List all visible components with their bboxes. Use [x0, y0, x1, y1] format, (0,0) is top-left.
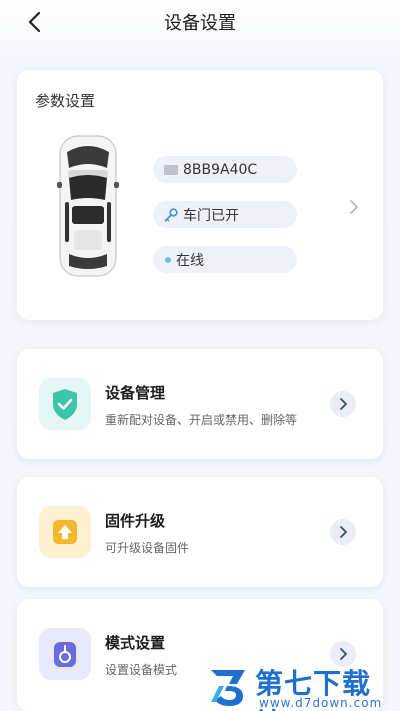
menu-item-subtitle: 可升级设备固件: [105, 541, 190, 555]
key-icon: [164, 207, 178, 222]
car-top-view-image: [57, 135, 119, 277]
online-status-pill: 在线: [153, 246, 297, 273]
chevron-right-icon: [340, 398, 347, 410]
icon-box: [39, 506, 91, 558]
chevron-button[interactable]: [330, 519, 356, 545]
page-title: 设备设置: [164, 13, 236, 34]
upgrade-arrow-icon: [53, 520, 77, 544]
door-status-text: 车门已开: [183, 207, 239, 224]
chevron-right-icon[interactable]: [345, 196, 363, 218]
menu-item-title: 固件升级: [105, 512, 166, 530]
menu-item-subtitle: 设置设备模式: [105, 663, 178, 677]
barcode-icon: [164, 164, 178, 175]
menu-item-title: 模式设置: [105, 634, 166, 652]
lock-mode-icon: [54, 642, 76, 667]
menu-item-subtitle: 重新配对设备、开启或禁用、删除等: [105, 413, 298, 427]
device-id-pill: 8BB9A40C: [153, 156, 297, 183]
firmware-upgrade-item[interactable]: 固件升级 可升级设备固件: [17, 477, 383, 587]
device-settings-page: 设备设置 参数设置 8BB9A40C 车门已开 在线 设备管理 重新配对设备、开…: [0, 0, 400, 711]
online-status-text: 在线: [176, 252, 204, 269]
site-watermark: 第七下载站 www.d7down.com: [207, 660, 399, 711]
icon-box: [39, 378, 91, 430]
watermark-url: www.d7down.com: [259, 696, 383, 710]
shield-check-icon: [53, 389, 77, 420]
device-management-item[interactable]: 设备管理 重新配对设备、开启或禁用、删除等: [17, 349, 383, 459]
parameter-settings-title: 参数设置: [35, 92, 96, 110]
chevron-right-icon: [340, 526, 347, 538]
online-dot-icon: [165, 256, 171, 263]
parameter-settings-card[interactable]: 参数设置 8BB9A40C 车门已开 在线: [17, 70, 383, 320]
header: 设备设置: [0, 0, 400, 48]
menu-item-title: 设备管理: [105, 384, 166, 402]
device-id-text: 8BB9A40C: [183, 161, 258, 178]
watermark-logo-icon: [211, 670, 245, 706]
door-status-pill: 车门已开: [153, 201, 297, 228]
icon-box: [39, 628, 91, 680]
chevron-button[interactable]: [330, 391, 356, 417]
